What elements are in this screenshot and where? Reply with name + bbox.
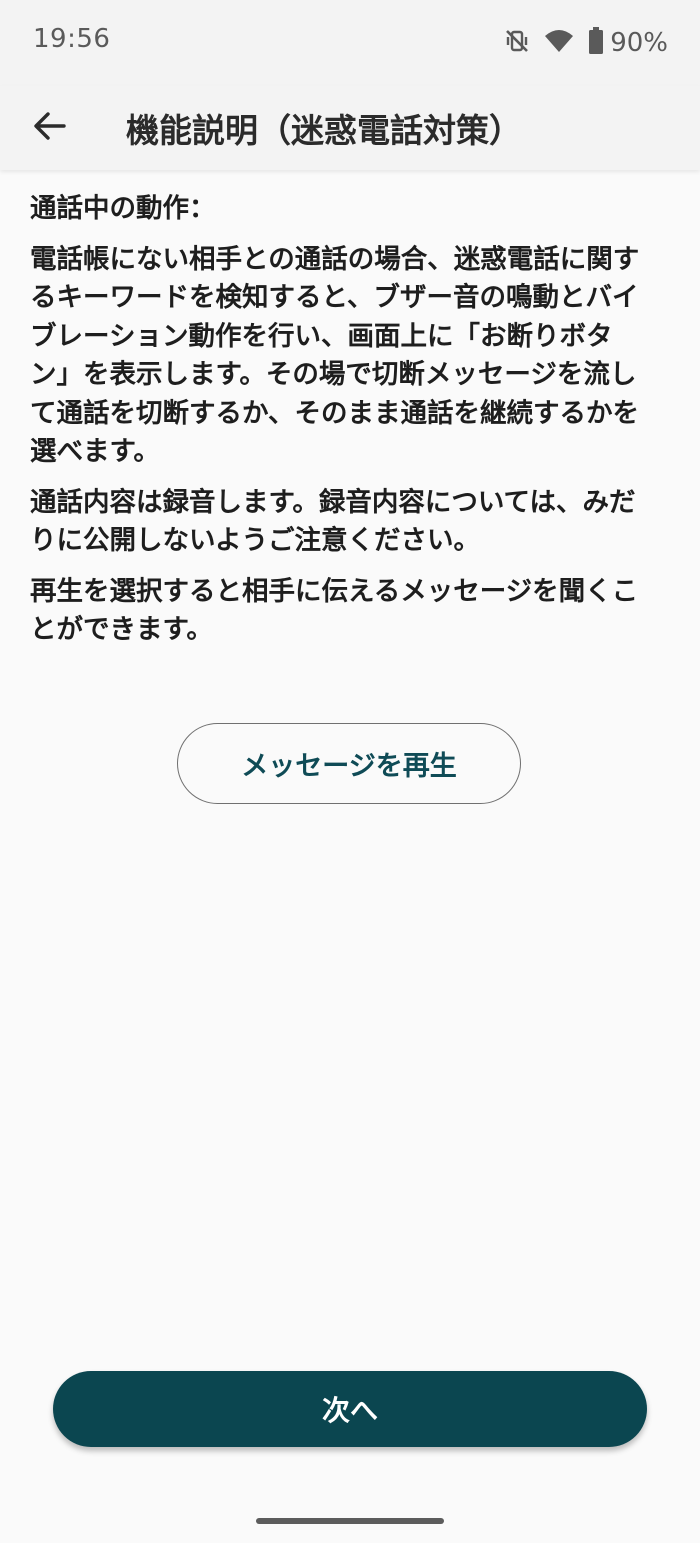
mute-vibrate-icon [504, 28, 530, 58]
section-heading: 通話中の動作： [30, 193, 216, 224]
arrow-left-icon [33, 111, 67, 145]
description-paragraph: 電話帳にない相手との通話の場合、迷惑電話に関するキーワードを検知すると、ブザー音… [30, 243, 640, 468]
page-title: 機能説明（迷惑電話対策） [126, 111, 522, 150]
description-paragraph: 再生を選択すると相手に伝えるメッセージを聞くことができます。 [30, 575, 639, 646]
back-button[interactable] [22, 96, 78, 160]
battery-icon [588, 27, 604, 59]
battery-percentage: 90% [610, 28, 668, 58]
status-time: 19:56 [33, 24, 111, 54]
gesture-nav-handle[interactable] [256, 1518, 444, 1524]
play-message-button[interactable]: メッセージを再生 [177, 723, 521, 804]
status-icons: 90% [504, 26, 668, 60]
description-content: 通話中の動作： 電話帳にない相手との通話の場合、迷惑電話に関するキーワードを検知… [30, 190, 650, 662]
status-bar: 19:56 90% [0, 0, 700, 86]
next-button[interactable]: 次へ [53, 1371, 647, 1447]
wifi-icon [544, 28, 574, 58]
app-bar: 機能説明（迷惑電話対策） [0, 86, 700, 170]
description-paragraph: 通話内容は録音します。録音内容については、みだりに公開しないようご注意ください。 [30, 486, 636, 557]
